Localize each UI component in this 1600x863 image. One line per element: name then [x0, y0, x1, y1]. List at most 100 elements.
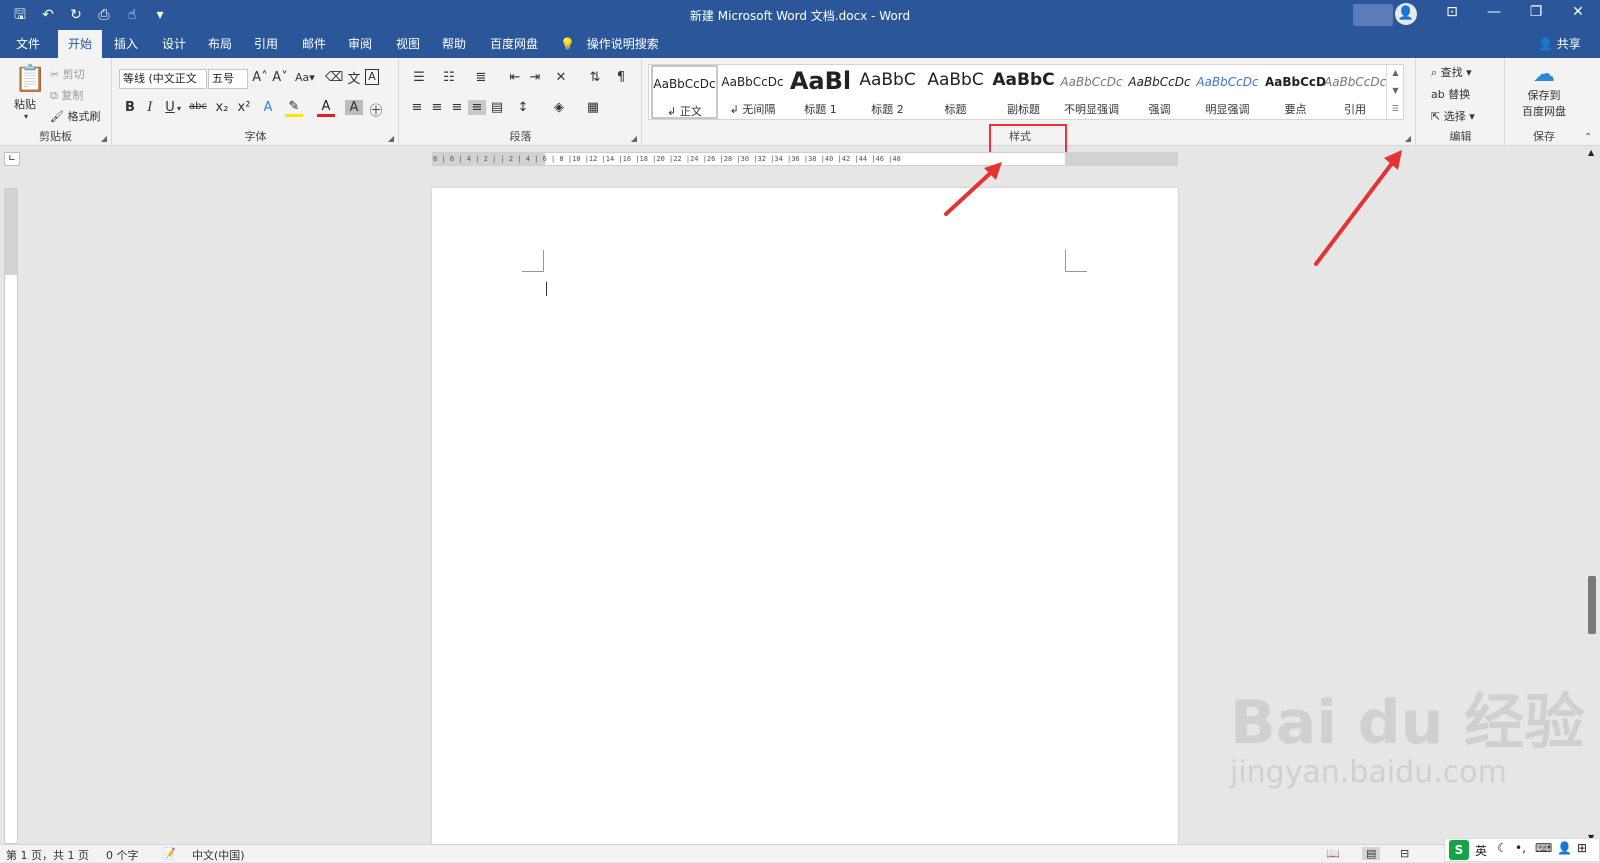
align-left-icon[interactable]: ≡	[408, 100, 426, 115]
scroll-thumb[interactable]	[1588, 576, 1596, 634]
phonetic-guide-icon[interactable]: 文	[345, 68, 363, 87]
avatar-icon[interactable]: 👤	[1395, 3, 1417, 25]
tab-view[interactable]: 视图	[386, 30, 430, 58]
style-intense-emphasis[interactable]: AaBbCcDc 明显强调	[1194, 65, 1261, 119]
print-layout-icon[interactable]: ▤	[1362, 847, 1381, 860]
asian-layout-icon[interactable]: ✕	[552, 70, 570, 85]
word-count[interactable]: 0 个字	[106, 847, 139, 863]
collapse-ribbon-icon[interactable]: ⌃	[1584, 132, 1592, 143]
style-strong[interactable]: AaBbCcD 要点	[1262, 65, 1329, 119]
account-name-box[interactable]	[1353, 4, 1393, 26]
user-icon[interactable]: 👤	[1557, 841, 1572, 855]
page-count[interactable]: 第 1 页，共 1 页	[6, 847, 89, 863]
show-marks-icon[interactable]: ¶	[612, 70, 630, 85]
ribbon-display-icon[interactable]: ⊡	[1440, 4, 1464, 20]
strikethrough-button[interactable]: abc	[187, 101, 209, 112]
style-emphasis[interactable]: AaBbCcDc 强调	[1126, 65, 1193, 119]
share-button[interactable]: 👤 共享	[1538, 30, 1581, 58]
document-page[interactable]	[432, 188, 1178, 844]
horizontal-ruler[interactable]: 8 | 6 | 4 | 2 | | 2 | 4 | 6 | 8 |10 |12 …	[432, 152, 1178, 166]
tab-layout[interactable]: 布局	[198, 30, 242, 58]
shrink-font-icon[interactable]: A˅	[271, 70, 289, 85]
style-no-spacing[interactable]: AaBbCcDc ↲ 无间隔	[719, 65, 786, 119]
ime-mode[interactable]: 英	[1475, 842, 1487, 859]
gallery-up-icon[interactable]: ▲	[1387, 64, 1404, 82]
paste-dropdown-icon[interactable]: ▾	[24, 112, 28, 121]
style-heading-1[interactable]: AaBl 标题 1	[787, 65, 854, 119]
line-spacing-icon[interactable]: ↕	[514, 100, 532, 115]
distributed-icon[interactable]: ▤	[488, 100, 506, 115]
change-case-button[interactable]: Aa▾	[295, 71, 315, 84]
vertical-scrollbar[interactable]: ▲ ▼	[1584, 146, 1600, 844]
tell-me-search[interactable]: 💡 操作说明搜索	[560, 30, 659, 58]
tab-baidu-netdisk[interactable]: 百度网盘	[480, 30, 548, 58]
keyboard-icon[interactable]: ⌨	[1535, 841, 1552, 855]
copy-button[interactable]: ⧉ 复制	[50, 87, 83, 103]
bold-button[interactable]: B	[121, 100, 139, 115]
toolbox-icon[interactable]: ⊞	[1577, 841, 1587, 855]
borders-icon[interactable]: ▦	[584, 100, 602, 115]
grow-font-icon[interactable]: A˄	[251, 70, 269, 85]
tab-selector-icon[interactable]: ∟	[4, 152, 20, 166]
style-normal[interactable]: AaBbCcDc ↲ 正文	[651, 65, 718, 119]
gallery-more-icon[interactable]: ☰	[1387, 100, 1404, 118]
styles-launcher-icon[interactable]: ◢	[1405, 134, 1411, 143]
restore-icon[interactable]: ❐	[1524, 4, 1548, 20]
italic-button[interactable]: I	[141, 100, 159, 115]
scroll-up-icon[interactable]: ▲	[1588, 148, 1594, 157]
read-mode-icon[interactable]: 📖	[1326, 847, 1340, 860]
char-border-icon[interactable]: A	[365, 69, 379, 85]
shading-icon[interactable]: ◈	[550, 100, 568, 115]
font-size-combo[interactable]: 五号	[208, 69, 248, 89]
enclose-char-icon[interactable]: ㊉	[367, 100, 385, 119]
tab-file[interactable]: 文件	[6, 30, 50, 58]
decrease-indent-icon[interactable]: ⇤	[506, 70, 524, 85]
replace-button[interactable]: ab 替换	[1431, 86, 1470, 102]
close-icon[interactable]: ✕	[1566, 4, 1590, 20]
sort-icon[interactable]: ⇅	[586, 70, 604, 85]
punctuation-icon[interactable]: •,	[1515, 841, 1526, 855]
font-name-combo[interactable]: 等线 (中文正文	[119, 69, 207, 89]
subscript-button[interactable]: x₂	[213, 100, 231, 115]
moon-icon[interactable]: ☾	[1497, 841, 1508, 855]
numbering-icon[interactable]: ☷	[440, 70, 458, 85]
gallery-down-icon[interactable]: ▼	[1387, 82, 1404, 100]
superscript-button[interactable]: x²	[235, 100, 253, 115]
find-button[interactable]: ⌕ 查找 ▾	[1431, 64, 1472, 80]
cut-button[interactable]: ✂ 剪切	[50, 66, 85, 82]
style-subtitle[interactable]: AaBbC 副标题	[990, 65, 1057, 119]
text-effects-button[interactable]: A	[259, 100, 277, 115]
tab-help[interactable]: 帮助	[432, 30, 476, 58]
tab-design[interactable]: 设计	[152, 30, 196, 58]
tab-mailings[interactable]: 邮件	[292, 30, 336, 58]
tab-review[interactable]: 审阅	[338, 30, 382, 58]
tab-references[interactable]: 引用	[244, 30, 288, 58]
web-layout-icon[interactable]: ⊟	[1400, 847, 1409, 860]
select-button[interactable]: ⇱ 选择 ▾	[1431, 108, 1475, 124]
paste-button[interactable]: 粘贴	[14, 96, 36, 112]
char-shading-button[interactable]: A	[345, 100, 363, 115]
format-painter-button[interactable]: 🖌 格式刷	[50, 108, 100, 124]
justify-icon[interactable]: ≡	[468, 100, 486, 115]
save-to-baidu-button[interactable]: ☁ 保存到 百度网盘	[1506, 58, 1582, 124]
tab-home[interactable]: 开始	[58, 30, 103, 58]
minimize-icon[interactable]: —	[1482, 4, 1506, 20]
multilevel-list-icon[interactable]: ≣	[472, 70, 490, 85]
tab-insert[interactable]: 插入	[104, 30, 148, 58]
language-status[interactable]: 中文(中国)	[192, 847, 245, 863]
align-center-icon[interactable]: ≡	[428, 100, 446, 115]
font-color-button[interactable]: A	[317, 99, 335, 117]
align-right-icon[interactable]: ≡	[448, 100, 466, 115]
sogou-logo[interactable]: S	[1449, 840, 1469, 860]
style-heading-2[interactable]: AaBbC 标题 2	[854, 65, 921, 119]
underline-dropdown-icon[interactable]: ▾	[177, 104, 181, 113]
style-quote[interactable]: AaBbCcDc 引用	[1324, 65, 1386, 119]
style-title[interactable]: AaBbC 标题	[922, 65, 989, 119]
clear-format-icon[interactable]: ⌫	[325, 70, 343, 85]
paste-icon[interactable]: 📋	[14, 64, 46, 94]
vertical-ruler[interactable]	[4, 188, 18, 844]
highlight-icon[interactable]: ✎	[285, 99, 303, 117]
bullets-icon[interactable]: ☰	[410, 70, 428, 85]
proofing-icon[interactable]: 📝	[162, 847, 176, 860]
style-subtle-emphasis[interactable]: AaBbCcDc 不明显强调	[1058, 65, 1125, 119]
